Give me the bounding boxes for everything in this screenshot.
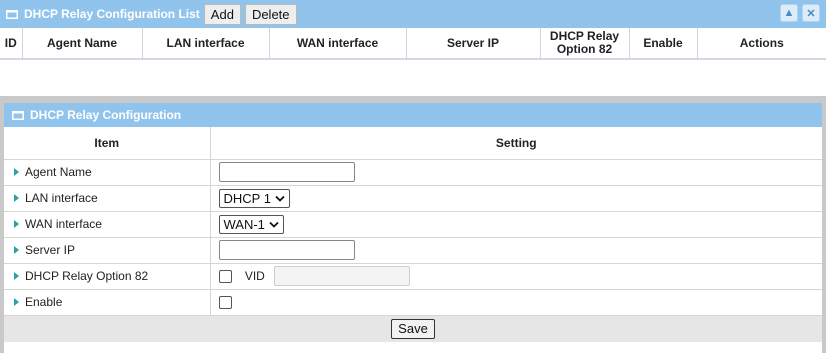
item-agent-name: Agent Name — [4, 159, 211, 186]
server-ip-input[interactable] — [218, 240, 355, 260]
label-lan-interface: LAN interface — [25, 191, 98, 205]
setting-lan-interface: DHCP 1 — [210, 185, 822, 212]
wan-interface-selected-value: WAN-1 — [223, 216, 265, 232]
triangle-right-icon — [14, 220, 19, 228]
col-header-wan-interface[interactable]: WAN interface — [269, 28, 407, 60]
col-header-server-ip[interactable]: Server IP — [406, 28, 541, 60]
row-server-ip: Server IP — [4, 237, 822, 264]
config-header-row: Item Setting — [4, 127, 822, 160]
dhcp-relay-list-panel: DHCP Relay Configuration List Add Delete… — [0, 0, 826, 62]
agent-name-input[interactable] — [218, 162, 355, 182]
close-icon[interactable]: ✕ — [802, 4, 820, 22]
label-server-ip: Server IP — [25, 243, 76, 257]
setting-option82: VID — [210, 263, 822, 290]
chevron-down-icon — [269, 221, 279, 228]
label-wan-interface: WAN interface — [25, 217, 102, 231]
option82-checkbox[interactable] — [218, 269, 232, 283]
setting-server-ip — [210, 237, 822, 264]
config-panel-frame: DHCP Relay Configuration Item Setting Ag… — [0, 96, 826, 353]
lan-interface-select[interactable]: DHCP 1 — [218, 188, 290, 208]
item-option82: DHCP Relay Option 82 — [4, 263, 211, 290]
row-option82: DHCP Relay Option 82 VID — [4, 263, 822, 290]
col-header-option82[interactable]: DHCP Relay Option 82 — [540, 28, 630, 60]
delete-button[interactable]: Delete — [244, 3, 297, 25]
col-header-setting: Setting — [210, 127, 822, 160]
list-panel-header: DHCP Relay Configuration List Add Delete… — [0, 0, 826, 28]
triangle-right-icon — [14, 272, 19, 280]
label-enable: Enable — [25, 295, 63, 309]
item-lan-interface: LAN interface — [4, 185, 211, 212]
save-button[interactable]: Save — [391, 318, 435, 339]
list-panel-title: DHCP Relay Configuration List — [24, 7, 200, 21]
triangle-right-icon — [14, 168, 19, 176]
label-option82: DHCP Relay Option 82 — [25, 269, 149, 283]
item-enable: Enable — [4, 289, 211, 316]
row-lan-interface: LAN interface DHCP 1 — [4, 185, 822, 212]
wan-interface-select[interactable]: WAN-1 — [218, 214, 284, 234]
minimize-icon[interactable]: ▲ — [780, 4, 798, 22]
col-header-item: Item — [4, 127, 211, 160]
add-button[interactable]: Add — [203, 3, 241, 25]
setting-enable — [210, 289, 822, 316]
relay-list-table: ID Agent Name LAN interface WAN interfac… — [0, 28, 826, 60]
col-header-lan-interface[interactable]: LAN interface — [142, 28, 270, 60]
item-wan-interface: WAN interface — [4, 211, 211, 238]
col-header-enable[interactable]: Enable — [629, 28, 698, 60]
config-panel-title: DHCP Relay Configuration — [30, 108, 182, 122]
dhcp-relay-config-panel: DHCP Relay Configuration Item Setting Ag… — [4, 103, 822, 353]
item-server-ip: Server IP — [4, 237, 211, 264]
col-header-id[interactable]: ID — [0, 28, 23, 60]
vid-label: VID — [244, 269, 265, 283]
setting-agent-name — [210, 159, 822, 186]
triangle-right-icon — [14, 298, 19, 306]
config-panel-header: DHCP Relay Configuration — [4, 103, 822, 127]
row-agent-name: Agent Name — [4, 159, 822, 186]
triangle-right-icon — [14, 194, 19, 202]
chevron-down-icon — [275, 195, 285, 202]
panel-window-controls: ▲ ✕ — [780, 4, 820, 22]
col-header-agent-name[interactable]: Agent Name — [22, 28, 143, 60]
row-wan-interface: WAN interface WAN-1 — [4, 211, 822, 238]
lan-interface-selected-value: DHCP 1 — [223, 190, 271, 206]
save-bar: Save — [4, 315, 822, 342]
row-enable: Enable — [4, 289, 822, 316]
enable-checkbox[interactable] — [218, 296, 232, 310]
vid-input[interactable] — [274, 266, 411, 286]
triangle-right-icon — [14, 246, 19, 254]
setting-wan-interface: WAN-1 — [210, 211, 822, 238]
window-icon — [12, 110, 24, 120]
config-table: Item Setting Agent Name LAN interface DH… — [4, 127, 822, 316]
list-header-row: ID Agent Name LAN interface WAN interfac… — [0, 28, 826, 60]
col-header-actions[interactable]: Actions — [697, 28, 826, 60]
label-agent-name: Agent Name — [25, 165, 92, 179]
window-icon — [6, 9, 18, 19]
